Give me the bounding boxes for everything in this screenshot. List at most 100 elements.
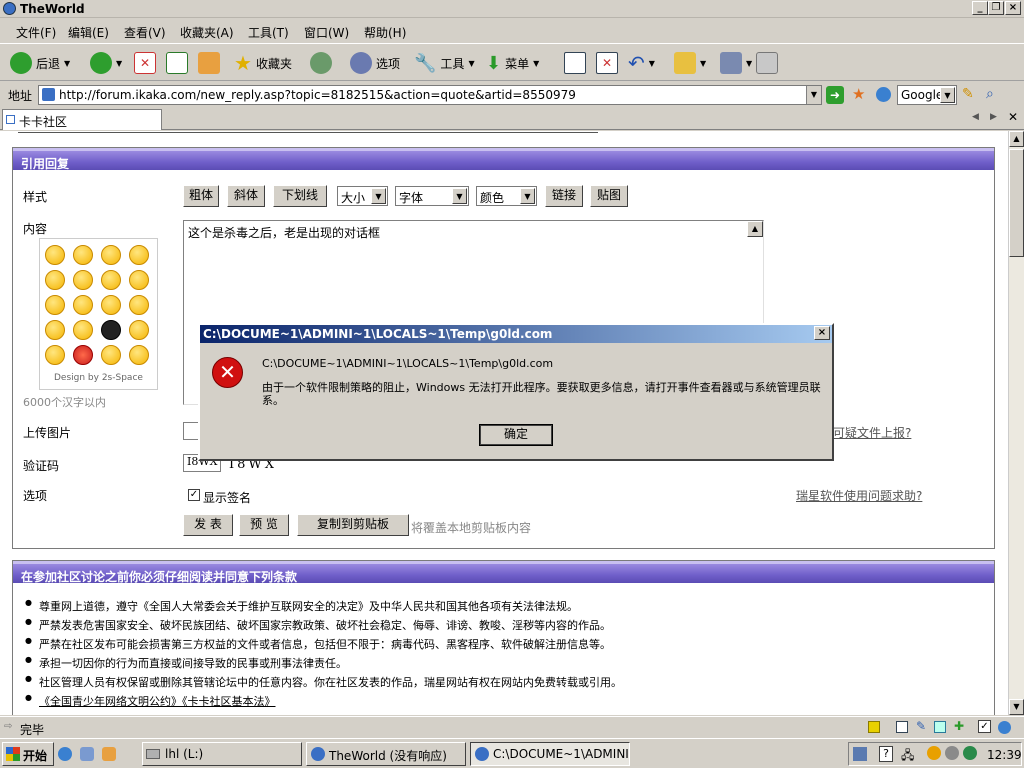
tools-button[interactable]: 🔧 工具 ▼ (414, 50, 475, 76)
note-icon[interactable] (868, 721, 880, 733)
help-link[interactable]: 瑞星软件使用问题求助? (796, 487, 922, 504)
print-button[interactable] (756, 50, 778, 76)
menu-help[interactable]: 帮助(H) (364, 24, 406, 41)
emoticon-angry-icon[interactable] (73, 295, 93, 315)
address-dropdown-icon[interactable]: ▼ (806, 86, 821, 104)
font-select[interactable]: 字体 ▼ (395, 186, 469, 206)
scroll-down-icon[interactable]: ▼ (1009, 699, 1024, 715)
network-button[interactable]: ▼ (720, 50, 752, 76)
options-button[interactable]: 选项 (350, 50, 400, 76)
refresh-button[interactable] (166, 50, 188, 76)
menu-window[interactable]: 窗口(W) (304, 24, 349, 41)
emoticon-cry-icon[interactable] (45, 345, 65, 365)
dialog-ok-button[interactable]: 确定 (479, 424, 553, 446)
go-arrow-icon[interactable]: ➜ (826, 86, 844, 104)
start-button[interactable]: 开始 (2, 742, 54, 766)
submit-button[interactable]: 发 表 (183, 514, 233, 536)
emoticon-surprise-icon[interactable] (101, 270, 121, 290)
ie-quicklaunch-icon[interactable] (58, 747, 72, 761)
color-select[interactable]: 颜色 ▼ (476, 186, 537, 206)
network-tray-icon[interactable]: 🖧 (901, 746, 914, 767)
help-tray-icon[interactable]: ? (879, 746, 893, 762)
menu-view[interactable]: 查看(V) (124, 24, 166, 41)
pen-icon[interactable]: ✎ (916, 719, 926, 733)
desktop-quicklaunch-icon[interactable] (80, 747, 94, 761)
home-button[interactable] (198, 50, 220, 76)
umbrella-tray-icon[interactable] (927, 746, 941, 760)
insert-image-button[interactable]: 贴图 (590, 185, 628, 207)
emoticon-think-icon[interactable] (73, 320, 93, 340)
back-button[interactable]: 后退 ▼ (10, 50, 70, 76)
show-signature-checkbox[interactable]: ✓ (188, 489, 200, 501)
italic-button[interactable]: 斜体 (227, 185, 265, 207)
window-icon[interactable] (896, 721, 908, 733)
close-window-button[interactable]: × (1005, 1, 1021, 15)
security-tray-icon[interactable] (963, 746, 977, 760)
menu-favorites[interactable]: 收藏夹(A) (180, 24, 234, 41)
forward-button[interactable]: ▼ (90, 50, 122, 76)
app-quicklaunch-icon[interactable] (102, 747, 116, 761)
minimize-button[interactable]: _ (972, 1, 988, 15)
scroll-thumb[interactable] (1009, 149, 1024, 257)
emoticon-sad-icon[interactable] (45, 295, 65, 315)
up-button[interactable]: ▼ (674, 50, 706, 76)
preview-button[interactable]: 预 览 (239, 514, 289, 536)
emoticon-rage-icon[interactable] (73, 345, 93, 365)
bold-button[interactable]: 粗体 (183, 185, 219, 207)
check-icon[interactable]: ✓ (978, 720, 991, 733)
emoticon-ninja-icon[interactable] (101, 320, 121, 340)
screen-icon[interactable] (934, 721, 946, 733)
dialog-close-button[interactable]: × (814, 326, 830, 340)
emoticon-tongue-icon[interactable] (129, 270, 149, 290)
menu-file[interactable]: 文件(F) (16, 24, 56, 41)
history-button[interactable] (310, 50, 332, 76)
globe-status-icon[interactable] (998, 721, 1011, 734)
highlight-icon[interactable]: ✎ (962, 86, 974, 102)
emoticon-smile-icon[interactable] (45, 245, 65, 265)
window-layout-button[interactable] (564, 50, 586, 76)
tab-close-icon[interactable]: ✕ (1008, 110, 1018, 124)
underline-button[interactable]: 下划线 (273, 185, 327, 207)
speaker-tray-icon[interactable] (945, 746, 959, 760)
tab-scroll-left-icon[interactable]: ◀ (972, 112, 979, 122)
emoticon-question-icon[interactable] (129, 320, 149, 340)
search-engine-select[interactable]: Google ▼ (897, 85, 957, 105)
close-tab-button[interactable]: ✕ (596, 50, 618, 76)
tab-ikaka[interactable]: 卡卡社区 www.ikaka.com (2, 109, 162, 144)
textarea-scroll-up-icon[interactable]: ▲ (747, 221, 763, 237)
suspicious-file-report-link[interactable]: 可疑文件上报? (833, 424, 911, 441)
emoticon-sleep-icon[interactable] (101, 345, 121, 365)
favorite-star-icon[interactable]: ★ (852, 85, 865, 103)
upload-field[interactable] (183, 422, 199, 440)
plus-icon[interactable]: ✚ (954, 719, 964, 733)
emoticon-cool-icon[interactable] (73, 270, 93, 290)
menu-tools[interactable]: 工具(T) (248, 24, 289, 41)
emoticon-dizzy-icon[interactable] (129, 345, 149, 365)
menu-edit[interactable]: 编辑(E) (68, 24, 109, 41)
size-select[interactable]: 大小 ▼ (337, 186, 388, 206)
address-input[interactable]: http://forum.ikaka.com/new_reply.asp?top… (38, 85, 822, 105)
emoticon-love-icon[interactable] (129, 245, 149, 265)
undo-button[interactable]: ↶ ▼ (628, 50, 655, 76)
favorites-button[interactable]: ★ 收藏夹 (234, 50, 292, 76)
emoticon-grin-icon[interactable] (45, 270, 65, 290)
emoticon-shy-icon[interactable] (101, 295, 121, 315)
task-theworld[interactable]: TheWorld (没有响应) (306, 742, 466, 766)
terms-links[interactable]: 《全国青少年网络文明公约》《卡卡社区基本法》 (23, 693, 622, 712)
scroll-up-icon[interactable]: ▲ (1009, 131, 1024, 147)
task-error-dialog[interactable]: C:\DOCUME~1\ADMINI... (470, 742, 630, 766)
stop-button[interactable]: ✕ (134, 50, 156, 76)
globe-icon[interactable] (876, 87, 891, 102)
menu-button[interactable]: ⬇ 菜单 ▼ (486, 50, 539, 76)
task-drive-l[interactable]: lhl (L:) (142, 742, 302, 766)
emoticon-wink-icon[interactable] (101, 245, 121, 265)
page-scrollbar[interactable]: ▲ ▼ (1008, 131, 1024, 715)
emoticon-laugh-icon[interactable] (73, 245, 93, 265)
input-method-icon[interactable] (853, 747, 867, 761)
emoticon-sweat-icon[interactable] (45, 320, 65, 340)
copy-to-clipboard-button[interactable]: 复制到剪贴板 (297, 514, 409, 536)
find-icon[interactable]: ⌕ (986, 86, 994, 102)
emoticon-shock-icon[interactable] (129, 295, 149, 315)
restore-button[interactable]: ❐ (988, 1, 1004, 15)
tab-scroll-right-icon[interactable]: ▶ (990, 112, 997, 122)
